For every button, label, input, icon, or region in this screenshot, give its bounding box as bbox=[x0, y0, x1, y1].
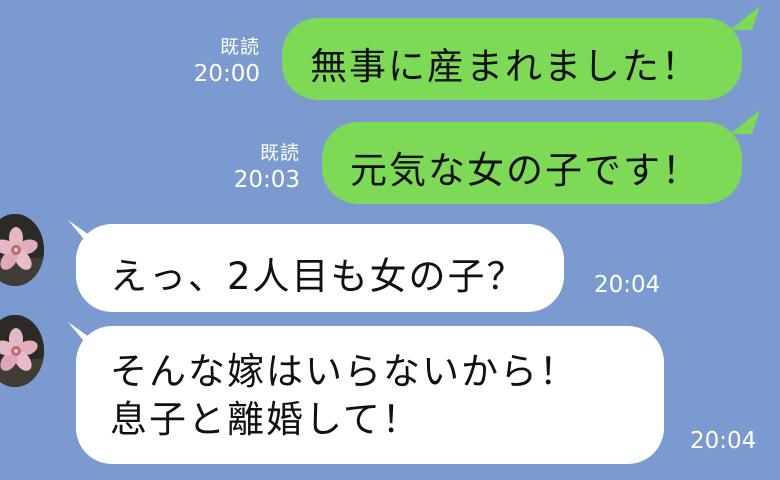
message-time: 20:00 bbox=[193, 60, 260, 87]
message-meta: 既読 20:03 bbox=[190, 142, 300, 195]
message-text: 無事に産まれました！ bbox=[310, 45, 700, 88]
read-receipt: 既読 bbox=[219, 36, 260, 58]
sent-message-bubble[interactable]: 無事に産まれました！ bbox=[282, 18, 742, 100]
message-text: えっ、2人目も女の子？ bbox=[110, 255, 526, 298]
received-message-bubble[interactable]: そんな嫁はいらないから！ 息子と離婚して！ bbox=[76, 326, 664, 464]
bubble-tail bbox=[730, 6, 760, 30]
received-message-bubble[interactable]: えっ、2人目も女の子？ bbox=[76, 224, 564, 312]
message-meta: 既読 20:00 bbox=[150, 36, 260, 89]
read-receipt: 既読 bbox=[259, 142, 300, 164]
contact-avatar[interactable] bbox=[0, 214, 44, 286]
contact-avatar[interactable] bbox=[0, 315, 44, 387]
bubble-tail bbox=[730, 110, 760, 134]
cherry-blossom-icon bbox=[0, 315, 44, 387]
message-text: 元気な女の子です！ bbox=[350, 149, 701, 192]
message-time: 20:03 bbox=[233, 166, 300, 193]
message-time: 20:04 bbox=[690, 428, 757, 454]
message-text: そんな嫁はいらないから！ 息子と離婚して！ bbox=[110, 350, 578, 441]
cherry-blossom-icon bbox=[0, 214, 44, 286]
message-time: 20:04 bbox=[594, 272, 661, 298]
sent-message-bubble[interactable]: 元気な女の子です！ bbox=[322, 122, 742, 204]
